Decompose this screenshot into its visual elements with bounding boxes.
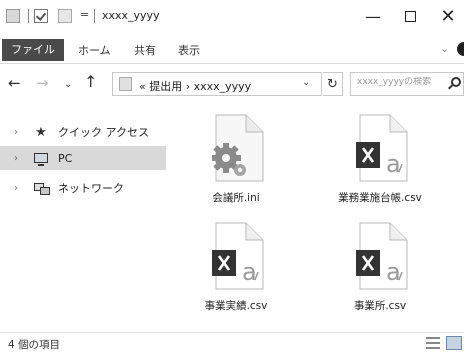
new-folder-icon[interactable] [58, 9, 72, 23]
navigation-bar: ← → ⌄ ↑ « 提出用 › xxxx_yyyy ⌄ ↻ [0, 64, 464, 104]
folder-icon [6, 9, 20, 23]
file-name: 業務業施台帳.csv [338, 192, 422, 204]
chevron-right-icon[interactable]: › [14, 183, 28, 194]
file-name: 事業実績.csv [204, 300, 268, 312]
title-separator [94, 9, 95, 23]
sidebar-item-label: PC [58, 151, 73, 165]
maximize-button[interactable] [396, 5, 424, 27]
search-input[interactable] [357, 77, 443, 87]
up-button[interactable]: ↑ [84, 74, 97, 90]
file-item[interactable]: a 業務業施台帳.csv [316, 108, 444, 216]
svg-text:a: a [242, 258, 257, 286]
file-name: 会議所.ini [212, 192, 260, 204]
sidebar-item-label: ネットワーク [58, 182, 124, 195]
status-bar: 4 個の項目 [0, 332, 464, 354]
sidebar-item-label: クイック アクセス [58, 126, 149, 139]
help-icon[interactable] [457, 42, 464, 56]
large-icons-view-icon[interactable] [446, 336, 462, 350]
folder-icon [119, 77, 132, 91]
properties-check-icon[interactable] [34, 9, 48, 23]
item-count: 4 個の項目 [8, 339, 61, 351]
excel-csv-icon: a [356, 222, 408, 290]
close-button[interactable]: ✕ [434, 5, 462, 27]
network-icon [32, 183, 50, 195]
address-bar[interactable]: « 提出用 › xxxx_yyyy ⌄ [112, 72, 322, 96]
svg-text:a: a [386, 258, 401, 286]
file-item[interactable]: 会議所.ini [172, 108, 300, 216]
refresh-button[interactable]: ↻ [323, 72, 343, 96]
tab-file[interactable]: ファイル [2, 39, 64, 61]
qat-separator [28, 9, 29, 23]
maximize-icon [404, 10, 416, 22]
address-path[interactable]: « 提出用 › xxxx_yyyy [139, 78, 251, 94]
sidebar-item-network[interactable]: › ネットワーク [0, 176, 166, 200]
forward-button[interactable]: → [36, 75, 49, 91]
recent-locations-button[interactable]: ⌄ [64, 77, 72, 93]
settings-file-icon [212, 114, 264, 182]
navigation-pane: › ★ クイック アクセス › PC › ネットワーク [0, 104, 168, 332]
excel-csv-icon: a [212, 222, 264, 290]
star-icon: ★ [35, 124, 47, 140]
pc-icon [32, 153, 50, 166]
address-dropdown-icon[interactable]: ⌄ [302, 77, 310, 88]
tab-share[interactable]: 共有 [134, 42, 156, 60]
file-item[interactable]: a 事業所.csv [316, 216, 444, 324]
tab-view[interactable]: 表示 [178, 42, 200, 60]
minimize-button[interactable]: — [359, 5, 387, 27]
qat-dropdown-icon[interactable]: = [80, 8, 89, 21]
file-name: 事業所.csv [353, 300, 407, 312]
details-view-icon[interactable] [426, 337, 440, 349]
file-list: 会議所.ini a 業務業施台帳.csv a 事業実績.csv a 事業所.cs… [168, 104, 464, 332]
chevron-right-icon[interactable]: › [14, 153, 28, 164]
expand-ribbon-icon[interactable]: ⌄ [440, 42, 449, 55]
file-item[interactable]: a 事業実績.csv [172, 216, 300, 324]
search-icon[interactable] [451, 77, 461, 87]
sidebar-item-pc[interactable]: › PC [0, 146, 166, 170]
svg-text:a: a [386, 150, 401, 178]
sidebar-item-quick-access[interactable]: › ★ クイック アクセス [0, 120, 166, 144]
ribbon-tabs: ファイル ホーム 共有 表示 ⌄ [0, 36, 464, 64]
tab-home[interactable]: ホーム [78, 42, 111, 60]
search-box[interactable] [350, 72, 464, 96]
chevron-right-icon[interactable]: › [14, 127, 28, 138]
excel-csv-icon: a [356, 114, 408, 182]
back-button[interactable]: ← [8, 75, 21, 91]
window-title: xxxx_yyyy [102, 9, 160, 22]
title-bar: = xxxx_yyyy — ✕ [0, 0, 464, 36]
